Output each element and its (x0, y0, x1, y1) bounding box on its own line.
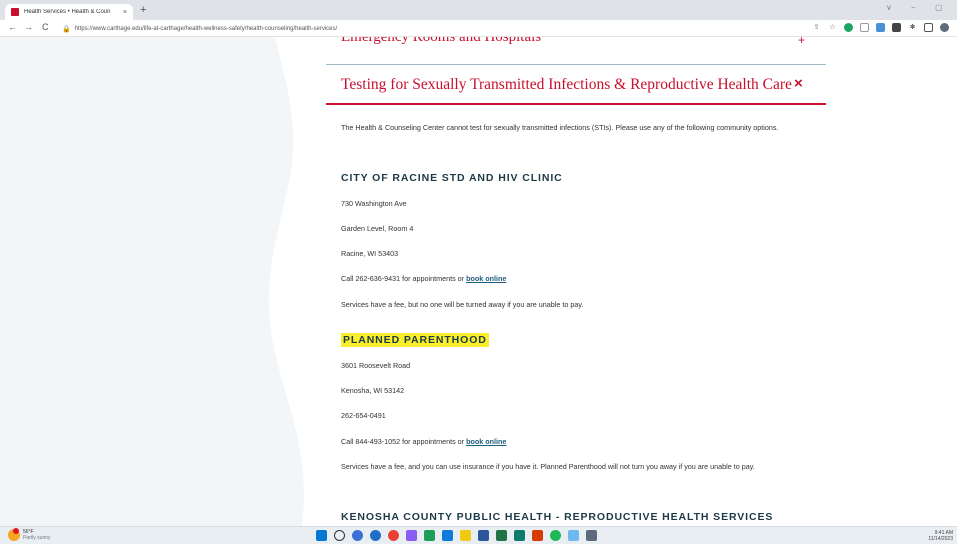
tab-bar: Health Services • Health & Coun × + ∨ − … (0, 0, 957, 20)
book-online-link-planned-parenthood[interactable]: book online (466, 437, 506, 446)
windows-taskbar: 56°F Partly sunny 9:41 AM 11/14/2023 (0, 526, 957, 544)
minimize-button[interactable]: − (911, 3, 916, 12)
clinic-heading-kenosha-county: KENOSHA COUNTY PUBLIC HEALTH - REPRODUCT… (341, 511, 774, 523)
clinic-city-line: Racine, WI 53403 (341, 249, 399, 258)
weather-widget[interactable]: 56°F Partly sunny (8, 528, 51, 541)
teams-icon[interactable] (406, 530, 417, 541)
powerpoint-icon[interactable] (532, 530, 543, 541)
clinic-fee-note: Services have a fee, and you can use ins… (341, 462, 755, 471)
app-icon-lightblue[interactable] (568, 530, 579, 541)
extension-icon-blue[interactable] (876, 23, 885, 32)
clinic-address-line: 3601 Roosevelt Road (341, 361, 411, 370)
search-icon[interactable] (334, 530, 345, 541)
close-tab-icon[interactable]: × (123, 9, 127, 16)
call-text: Call 262-636-9431 for appointments or (341, 274, 467, 283)
side-panel-icon[interactable] (924, 23, 933, 32)
clinic-heading-racine: CITY OF RACINE STD AND HIV CLINIC (341, 172, 563, 184)
divider (326, 64, 826, 65)
grammarly-extension-icon[interactable] (844, 23, 853, 32)
web-page: Emergency Rooms and Hospitals + Testing … (0, 37, 957, 526)
tab-title: Health Services • Health & Coun (24, 9, 111, 15)
extension-icon[interactable] (860, 23, 869, 32)
forward-button[interactable]: → (24, 22, 33, 32)
puzzle-extensions-icon[interactable]: ✱ (908, 23, 917, 32)
book-online-link-racine[interactable]: book online (466, 274, 506, 283)
clinic-heading-planned-parenthood: PLANNED PARENTHOOD (341, 333, 489, 347)
chrome-browser-icon[interactable] (388, 530, 399, 541)
reload-button[interactable]: C (42, 22, 49, 32)
call-text: Call 844-493-1052 for appointments or (341, 437, 467, 446)
profile-avatar-icon[interactable] (940, 23, 949, 32)
taskbar-apps (316, 530, 597, 541)
weather-text: 56°F Partly sunny (23, 529, 51, 541)
share-icon[interactable]: ⇪ (812, 23, 821, 32)
outlook-icon[interactable] (442, 530, 453, 541)
app-icon-teal[interactable] (514, 530, 525, 541)
back-button[interactable]: ← (8, 22, 17, 32)
clock-date: 11/14/2023 (928, 536, 953, 542)
clinic-city-line: Kenosha, WI 53142 (341, 386, 405, 395)
clinic-address-line: Garden Level, Room 4 (341, 224, 414, 233)
decorative-wave-background (0, 37, 305, 526)
excel-icon[interactable] (496, 530, 507, 541)
weather-desc: Partly sunny (23, 535, 51, 541)
bookmark-star-icon[interactable]: ☆ (828, 23, 837, 32)
spotify-icon[interactable] (550, 530, 561, 541)
system-clock[interactable]: 9:41 AM 11/14/2023 (928, 530, 953, 542)
extension-icons: ⇪ ☆ ✱ (812, 23, 949, 32)
tab-search-icon[interactable]: ∨ (886, 3, 892, 12)
clinic-fee-note: Services have a fee, but no one will be … (341, 300, 584, 309)
word-icon[interactable] (478, 530, 489, 541)
accordion-title-sti-testing[interactable]: Testing for Sexually Transmitted Infecti… (341, 76, 792, 94)
lock-icon[interactable]: 🔒 (62, 25, 71, 33)
new-tab-button[interactable]: + (140, 4, 146, 16)
extension-icon-dark[interactable] (892, 23, 901, 32)
edge-browser-icon[interactable] (370, 530, 381, 541)
windows-start-icon[interactable] (316, 530, 327, 541)
accordion-underline (326, 103, 826, 105)
notification-badge (13, 528, 19, 534)
carthage-favicon-icon (11, 8, 19, 16)
app-icon-green[interactable] (424, 530, 435, 541)
accordion-title-emergency[interactable]: Emergency Rooms and Hospitals (341, 37, 541, 46)
browser-tab[interactable]: Health Services • Health & Coun × (5, 4, 133, 20)
expand-icon[interactable]: + (798, 37, 805, 47)
clinic-call-line: Call 844-493-1052 for appointments or bo… (341, 433, 811, 450)
clinic-address-line: 730 Washington Ave (341, 199, 407, 208)
collapse-close-icon[interactable]: × (794, 75, 803, 92)
file-explorer-icon[interactable] (460, 530, 471, 541)
address-bar[interactable]: 🔒 https://www.carthage.edu/life-at-carth… (58, 22, 798, 35)
clinic-call-line: Call 262-636-9431 for appointments or bo… (341, 270, 811, 287)
partly-sunny-icon (8, 528, 20, 541)
maximize-button[interactable]: ▢ (935, 3, 943, 12)
url-text[interactable]: https://www.carthage.edu/life-at-carthag… (75, 26, 337, 32)
teams-chat-icon[interactable] (352, 530, 363, 541)
highlighted-heading-text: PLANNED PARENTHOOD (341, 333, 489, 347)
intro-text: The Health & Counseling Center cannot te… (341, 123, 779, 132)
calculator-icon[interactable] (586, 530, 597, 541)
browser-toolbar: ← → C 🔒 https://www.carthage.edu/life-at… (0, 20, 957, 37)
clinic-phone-line: 262-654-0491 (341, 411, 386, 420)
